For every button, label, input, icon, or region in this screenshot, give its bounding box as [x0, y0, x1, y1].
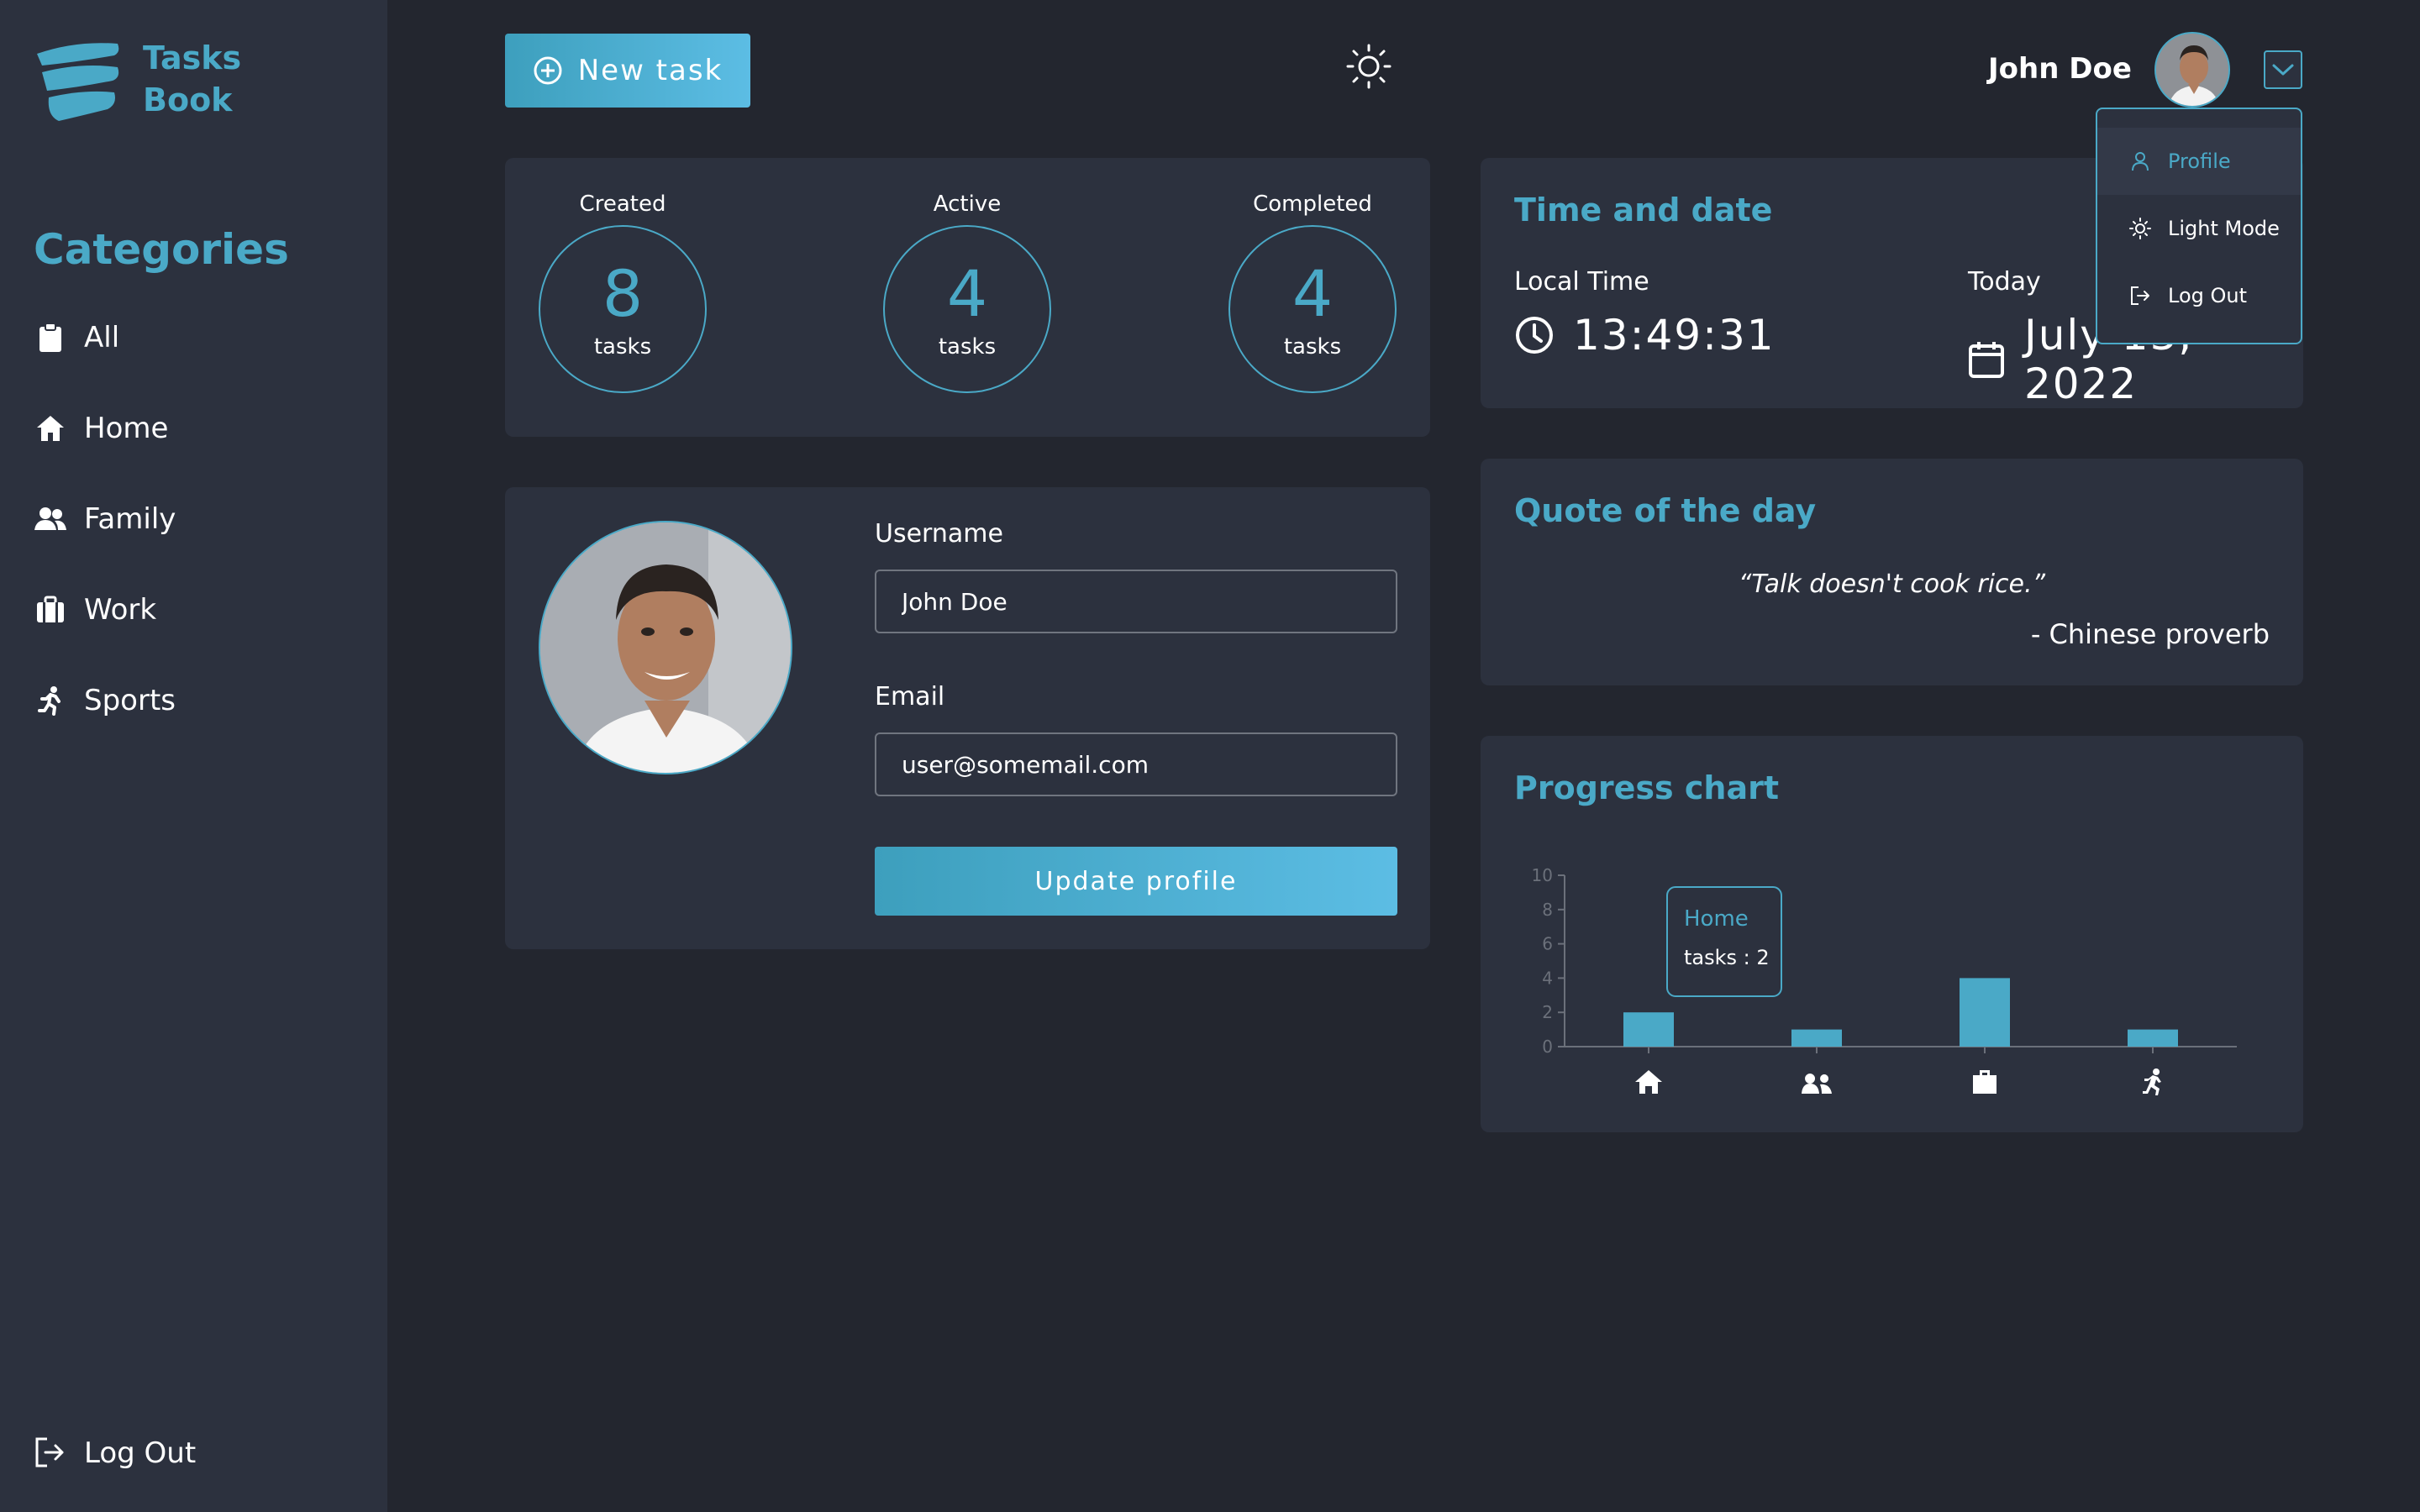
- bar-home: [1623, 1012, 1674, 1047]
- briefcase-icon: [34, 593, 67, 627]
- menu-item-profile[interactable]: Profile: [2097, 128, 2301, 195]
- sidebar-item-sports[interactable]: Sports: [34, 675, 176, 726]
- quote-text: “Talk doesn't cook rice.”: [1738, 570, 2046, 599]
- x-tick-running-icon: [2143, 1068, 2161, 1095]
- stat-label: Active: [933, 192, 1002, 217]
- email-label: Email: [875, 682, 945, 711]
- stat-created: Created 8 tasks: [539, 192, 707, 393]
- y-tick-label: 10: [1532, 865, 1553, 885]
- stat-value: 4: [946, 256, 988, 331]
- user-menu-toggle[interactable]: [2264, 50, 2302, 89]
- local-time-label: Local Time: [1514, 267, 1649, 297]
- sidebar-item-family[interactable]: Family: [34, 494, 176, 544]
- y-tick-label: 6: [1542, 934, 1553, 954]
- quote-card-title: Quote of the day: [1514, 492, 1817, 529]
- menu-item-log-out[interactable]: Log Out: [2097, 262, 2301, 329]
- sidebar-item-label: Sports: [84, 684, 176, 717]
- chart-card-title: Progress chart: [1514, 769, 1780, 806]
- stat-value: 8: [602, 256, 644, 331]
- sidebar-item-label: All: [84, 321, 120, 354]
- logo-line2: Book: [143, 81, 233, 118]
- stat-active: Active 4 tasks: [883, 192, 1051, 393]
- logout-icon: [2129, 285, 2151, 307]
- profile-card: Username Email Update profile: [505, 487, 1430, 949]
- quote-author: - Chinese proverb: [2030, 618, 2270, 650]
- stat-unit: tasks: [593, 334, 652, 360]
- stat-label: Completed: [1253, 192, 1372, 217]
- chart-tooltip-value: tasks : 2: [1684, 946, 1770, 969]
- stat-completed: Completed 4 tasks: [1228, 192, 1397, 393]
- chart-tooltip: [1666, 886, 1782, 997]
- stat-circle: 8 tasks: [539, 225, 707, 393]
- calendar-icon: [1968, 339, 2006, 380]
- category-list: All Home Family Work Sports: [34, 312, 176, 766]
- chevron-down-icon: [2272, 64, 2294, 76]
- update-profile-button[interactable]: Update profile: [875, 847, 1397, 916]
- bar-work: [1960, 978, 2010, 1047]
- running-icon: [34, 684, 67, 717]
- menu-item-label: Light Mode: [2168, 217, 2280, 240]
- sidebar-logout-label: Log Out: [84, 1436, 197, 1470]
- clipboard-icon: [34, 321, 67, 354]
- profile-photo[interactable]: [539, 521, 792, 774]
- sidebar: Tasks Book Categories All Home Family Wo…: [0, 0, 387, 1512]
- progress-chart: 0 2 4 6 8 10 Home tasks : 2: [1532, 865, 2237, 1095]
- sidebar-item-all[interactable]: All: [34, 312, 176, 363]
- header-user-name: John Doe: [1988, 52, 2132, 86]
- username-label: Username: [875, 519, 1003, 549]
- clock-icon: [1514, 315, 1555, 355]
- logo-icon: [37, 43, 119, 121]
- stat-value: 4: [1292, 256, 1334, 331]
- home-icon: [34, 412, 67, 445]
- sidebar-item-home[interactable]: Home: [34, 403, 176, 454]
- logo-line1: Tasks: [143, 39, 242, 76]
- stat-label: Created: [579, 192, 666, 217]
- local-time-text: 13:49:31: [1573, 311, 1776, 360]
- today-label: Today: [1968, 267, 2041, 297]
- categories-title: Categories: [34, 225, 289, 274]
- local-time-value: 13:49:31: [1514, 311, 1776, 360]
- x-tick-briefcase-icon: [1973, 1070, 1996, 1094]
- stat-unit: tasks: [938, 334, 997, 360]
- task-stats-card: Created 8 tasks Active 4 tasks Completed…: [505, 158, 1430, 437]
- avatar[interactable]: [2154, 32, 2230, 108]
- quote-card: Quote of the day “Talk doesn't cook rice…: [1481, 459, 2303, 685]
- menu-item-label: Profile: [2168, 150, 2231, 173]
- logo[interactable]: Tasks Book: [34, 34, 252, 126]
- y-tick-label: 4: [1542, 968, 1553, 988]
- email-field[interactable]: [875, 732, 1397, 796]
- sidebar-item-work[interactable]: Work: [34, 585, 176, 635]
- x-tick-family-icon: [1802, 1074, 1832, 1094]
- bar-sports: [2128, 1029, 2178, 1047]
- sidebar-item-label: Work: [84, 593, 157, 627]
- family-icon: [34, 502, 67, 536]
- sidebar-item-label: Home: [84, 412, 169, 445]
- sidebar-logout-button[interactable]: Log Out: [34, 1436, 196, 1470]
- user-dropdown-menu: Profile Light Mode Log Out: [2096, 108, 2302, 344]
- new-task-label: New task: [577, 54, 723, 87]
- time-card-title: Time and date: [1514, 192, 1773, 228]
- user-icon: [2129, 150, 2151, 172]
- bar-family: [1791, 1029, 1842, 1047]
- plus-circle-icon: [533, 55, 563, 86]
- stat-circle: 4 tasks: [883, 225, 1051, 393]
- stat-unit: tasks: [1283, 334, 1342, 360]
- y-tick-label: 8: [1542, 900, 1553, 920]
- logout-icon: [34, 1436, 67, 1470]
- new-task-button[interactable]: New task: [505, 34, 750, 108]
- x-tick-home-icon: [1635, 1070, 1662, 1094]
- menu-item-light-mode[interactable]: Light Mode: [2097, 195, 2301, 262]
- y-tick-label: 2: [1542, 1002, 1553, 1022]
- theme-toggle-sun-icon[interactable]: [1346, 44, 1392, 89]
- progress-chart-card: Progress chart 0 2 4 6 8 10 Home tasks : 2: [1481, 736, 2303, 1132]
- logo-text: Tasks Book: [143, 37, 241, 121]
- sidebar-item-label: Family: [84, 502, 176, 536]
- chart-tooltip-category: Home: [1684, 906, 1749, 932]
- y-tick-label: 0: [1542, 1037, 1553, 1057]
- menu-item-label: Log Out: [2168, 284, 2248, 307]
- username-field[interactable]: [875, 570, 1397, 633]
- sun-icon: [2129, 218, 2151, 239]
- stat-circle: 4 tasks: [1228, 225, 1397, 393]
